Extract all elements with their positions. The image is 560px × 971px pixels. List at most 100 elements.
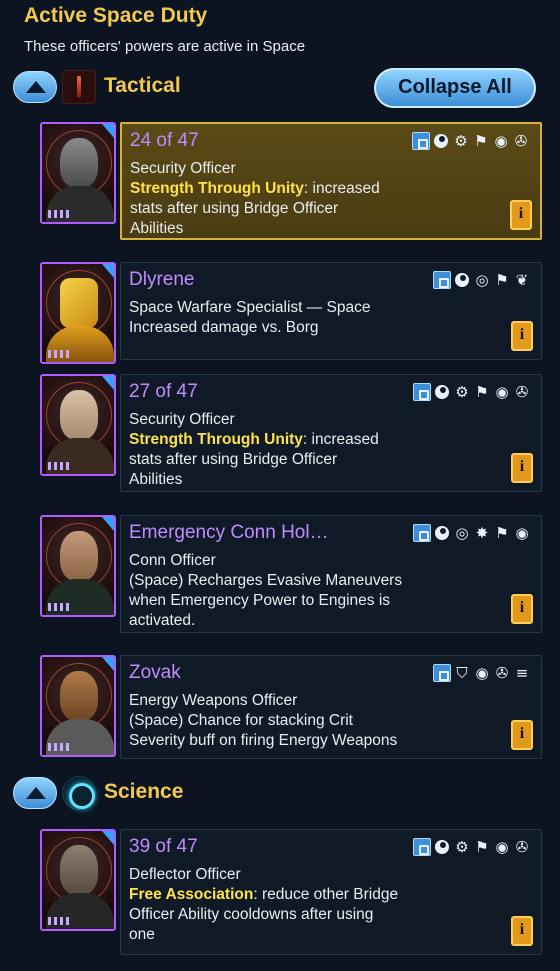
officer-name: Emergency Conn Hol… [129, 522, 329, 543]
ability-icon [433, 838, 451, 856]
officer-name: 27 of 47 [129, 381, 198, 402]
trait-description: : reduce other Bridge [253, 886, 399, 903]
target-icon: ◉ [495, 383, 509, 401]
officer-ability: when Emergency Power to Engines is [129, 592, 391, 609]
ability-icon: ✇ [495, 664, 509, 682]
officer-portrait [40, 829, 116, 931]
trait-description: Abilities [130, 220, 184, 237]
collapse-tactical-button[interactable] [13, 71, 57, 103]
officer-name: Zovak [129, 662, 181, 683]
officer-ability: Increased damage vs. Borg [129, 319, 319, 336]
rarity-badge-icon [102, 657, 114, 671]
science-icon [62, 776, 96, 810]
officer-ability: activated. [129, 612, 196, 629]
flag-icon: ⚑ [475, 383, 489, 401]
rank-icon [48, 350, 70, 358]
rarity-badge-icon [102, 124, 114, 138]
panel-subtitle: These officers' powers are active in Spa… [24, 38, 306, 55]
ability-icons: ⚙ ⚑ ◉ ✇ [413, 838, 531, 856]
rank-icon [48, 603, 70, 611]
info-button[interactable]: i [511, 453, 533, 483]
target-icon: ◉ [494, 132, 508, 150]
eye-icon: ◎ [455, 524, 469, 542]
target-icon: ◉ [515, 524, 529, 542]
info-button[interactable]: i [510, 200, 532, 230]
lock-icon [413, 524, 431, 542]
lock-icon [413, 838, 431, 856]
officer-portrait [40, 122, 116, 224]
ability-icons: ◎ ✸ ⚑ ◉ [413, 524, 531, 542]
science-section-header: Science [10, 774, 550, 814]
trait-description: : increased [302, 431, 379, 448]
flag-icon: ⚑ [495, 524, 509, 542]
flag-icon: ⚑ [495, 271, 509, 289]
trait-description: stats after using Bridge Officer [130, 200, 339, 217]
trait-description: one [129, 926, 155, 943]
trait-description: Officer Ability cooldowns after using [129, 906, 374, 923]
officer-portrait [40, 374, 116, 476]
officer-name: 39 of 47 [129, 836, 198, 857]
collapse-all-button[interactable]: Collapse All [374, 68, 536, 108]
officer-role: Space Warfare Specialist — Space [129, 299, 371, 316]
ability-icon: ✇ [515, 383, 529, 401]
rarity-badge-icon [102, 831, 114, 845]
ability-icon [433, 524, 451, 542]
lock-icon [412, 132, 430, 150]
ability-icon: ⚙ [454, 132, 468, 150]
leaf-icon: ❦ [515, 271, 529, 289]
officer-ability: (Space) Recharges Evasive Maneuvers [129, 572, 403, 589]
info-button[interactable]: i [511, 916, 533, 946]
flag-icon: ⚑ [474, 132, 488, 150]
officer-portrait [40, 515, 116, 617]
trait-description: Abilities [129, 471, 183, 488]
ability-icons: ⛉ ◉ ✇ ≡ [433, 664, 531, 682]
trait-name: Free Association [129, 886, 254, 903]
shield-icon: ⛉ [456, 664, 468, 682]
ability-icon: ⚙ [455, 838, 469, 856]
officer-portrait [40, 655, 116, 757]
tactical-section-header: Tactical Collapse All [10, 68, 550, 108]
tactical-section-label: Tactical [104, 74, 181, 97]
science-section-label: Science [104, 780, 184, 803]
ability-icons: ⚙ ⚑ ◉ ✇ [412, 132, 530, 150]
collapse-science-button[interactable] [13, 777, 57, 809]
ability-icon: ✇ [514, 132, 528, 150]
ability-icon [433, 383, 451, 401]
officer-portrait [40, 262, 116, 364]
rarity-badge-icon [102, 376, 114, 390]
officer-ability: Severity buff on firing Energy Weapons [129, 732, 398, 749]
officer-ability: (Space) Chance for stacking Crit [129, 712, 353, 729]
trait-description: : increased [303, 180, 380, 197]
tactical-icon [62, 70, 96, 104]
ability-icon: ✇ [515, 838, 529, 856]
ability-icon [453, 271, 471, 289]
officer-role: Energy Weapons Officer [129, 692, 298, 709]
ability-icons: ◎ ⚑ ❦ [433, 271, 531, 289]
panel-title: Active Space Duty [24, 4, 208, 27]
eye-icon: ◎ [475, 271, 489, 289]
officer-role: Security Officer [130, 160, 236, 177]
trait-description: stats after using Bridge Officer [129, 451, 338, 468]
ability-icon [432, 132, 450, 150]
flag-icon: ⚑ [475, 838, 489, 856]
rank-icon [48, 210, 70, 218]
rank-icon [48, 462, 70, 470]
officer-role: Conn Officer [129, 552, 216, 569]
officer-name: 24 of 47 [130, 130, 199, 151]
officer-role: Security Officer [129, 411, 235, 428]
trait-name: Strength Through Unity [130, 180, 304, 197]
target-icon: ◉ [475, 664, 489, 682]
target-icon: ◉ [495, 838, 509, 856]
info-button[interactable]: i [511, 321, 533, 351]
lock-icon [433, 664, 451, 682]
lock-icon [413, 383, 431, 401]
lock-icon [433, 271, 451, 289]
rarity-badge-icon [102, 517, 114, 531]
rank-icon [48, 743, 70, 751]
info-button[interactable]: i [511, 720, 533, 750]
rank-icon [48, 917, 70, 925]
ability-icons: ⚙ ⚑ ◉ ✇ [413, 383, 531, 401]
stack-icon: ≡ [515, 664, 529, 682]
officer-role: Deflector Officer [129, 866, 241, 883]
info-button[interactable]: i [511, 594, 533, 624]
